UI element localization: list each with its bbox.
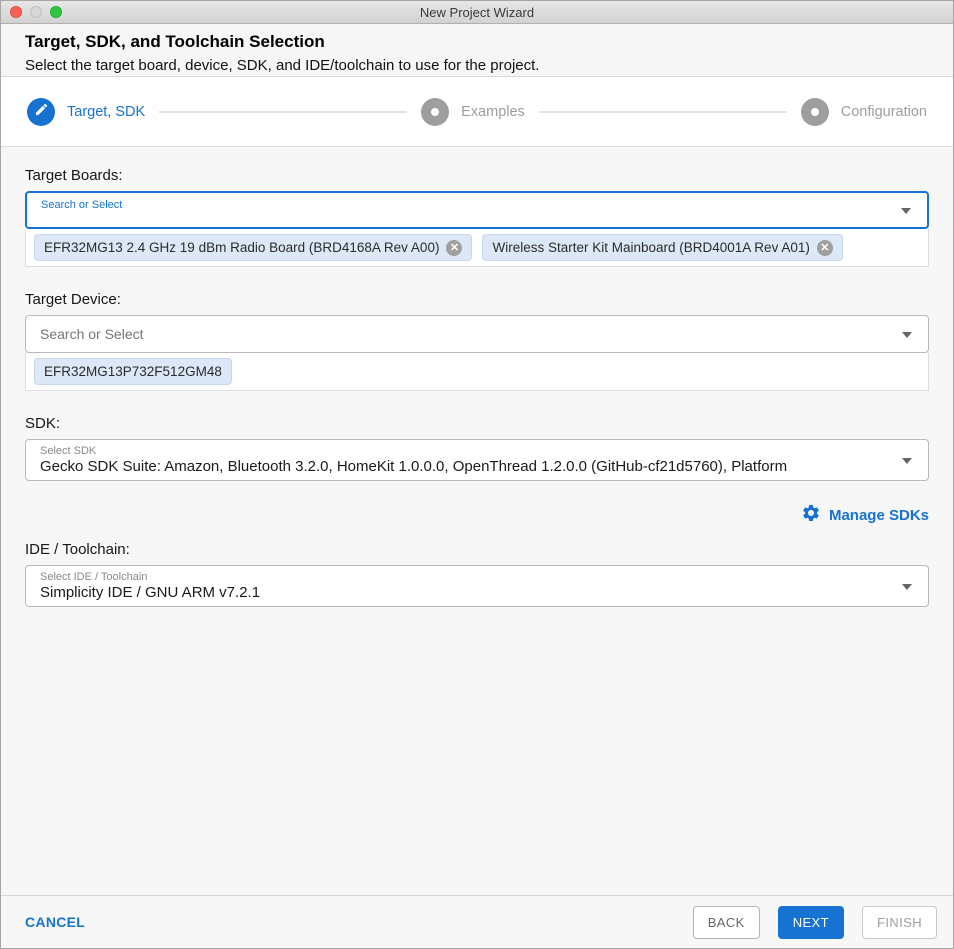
dot-icon bbox=[810, 107, 819, 116]
stepper-connector bbox=[538, 110, 787, 113]
sdk-select-value: Gecko SDK Suite: Amazon, Bluetooth 3.2.0… bbox=[40, 458, 788, 475]
step-target-sdk-label: Target, SDK bbox=[67, 103, 146, 120]
target-boards-section: Target Boards: Search or Select EFR32MG1… bbox=[25, 167, 929, 267]
dot-icon bbox=[431, 107, 440, 116]
next-button[interactable]: NEXT bbox=[777, 905, 844, 939]
gear-icon bbox=[801, 503, 821, 527]
wizard-stepper: Target, SDK Examples Configuration bbox=[1, 77, 953, 147]
toolchain-label: IDE / Toolchain: bbox=[25, 541, 130, 558]
dropdown-arrow-icon bbox=[902, 332, 912, 338]
toolchain-select-label: Select IDE / Toolchain bbox=[40, 571, 148, 583]
step-configuration[interactable]: Configuration bbox=[800, 97, 927, 126]
sdk-section: SDK: Select SDK Gecko SDK Suite: Amazon,… bbox=[25, 415, 929, 527]
target-boards-placeholder: Search or Select bbox=[41, 199, 123, 211]
target-boards-chip-row: EFR32MG13 2.4 GHz 19 dBm Radio Board (BR… bbox=[25, 229, 929, 267]
target-board-chip: Wireless Starter Kit Mainboard (BRD4001A… bbox=[482, 234, 843, 261]
dropdown-arrow-icon bbox=[902, 458, 912, 464]
target-device-chip-row: EFR32MG13P732F512GM48 bbox=[25, 353, 929, 391]
dropdown-arrow-icon bbox=[902, 584, 912, 590]
chip-label: EFR32MG13P732F512GM48 bbox=[44, 364, 222, 379]
page-title: Target, SDK, and Toolchain Selection bbox=[25, 32, 325, 51]
sdk-select-label: Select SDK bbox=[40, 445, 97, 457]
step-configuration-label: Configuration bbox=[840, 103, 927, 120]
window-title: New Project Wizard bbox=[419, 4, 535, 20]
step-configuration-circle bbox=[800, 97, 829, 126]
pencil-icon bbox=[34, 102, 49, 122]
finish-button[interactable]: FINISH bbox=[861, 905, 937, 939]
toolchain-section: IDE / Toolchain: Select IDE / Toolchain … bbox=[25, 541, 929, 607]
new-project-wizard-window: New Project Wizard Target, SDK, and Tool… bbox=[0, 0, 954, 949]
titlebar: New Project Wizard bbox=[1, 1, 953, 24]
target-device-chip: EFR32MG13P732F512GM48 bbox=[34, 358, 232, 385]
target-device-label: Target Device: bbox=[25, 291, 121, 308]
dropdown-arrow-icon bbox=[901, 208, 911, 214]
step-examples-label: Examples bbox=[461, 103, 525, 120]
stepper-connector bbox=[159, 110, 408, 113]
chip-label: Wireless Starter Kit Mainboard (BRD4001A… bbox=[492, 240, 810, 255]
manage-sdks-label: Manage SDKs bbox=[828, 506, 929, 524]
chip-label: EFR32MG13 2.4 GHz 19 dBm Radio Board (BR… bbox=[44, 240, 440, 255]
manage-sdks-row: Manage SDKs bbox=[25, 503, 929, 527]
sdk-label: SDK: bbox=[25, 415, 61, 432]
wizard-header: Target, SDK, and Toolchain Selection Sel… bbox=[1, 24, 953, 77]
close-icon[interactable]: ✕ bbox=[446, 239, 463, 256]
target-device-placeholder: Search or Select bbox=[40, 326, 144, 342]
page-subtitle: Select the target board, device, SDK, an… bbox=[25, 57, 540, 74]
wizard-footer: CANCEL BACK NEXT FINISH bbox=[1, 895, 953, 948]
step-target-sdk[interactable]: Target, SDK bbox=[27, 97, 146, 126]
back-button[interactable]: BACK bbox=[692, 905, 760, 939]
target-device-section: Target Device: Search or Select EFR32MG1… bbox=[25, 291, 929, 391]
target-boards-label: Target Boards: bbox=[25, 167, 123, 184]
wizard-content: Target Boards: Search or Select EFR32MG1… bbox=[1, 147, 953, 895]
target-boards-combobox[interactable]: Search or Select bbox=[25, 191, 929, 229]
step-examples-circle bbox=[421, 97, 450, 126]
sdk-select[interactable]: Select SDK Gecko SDK Suite: Amazon, Blue… bbox=[25, 439, 929, 481]
step-target-sdk-circle bbox=[27, 97, 55, 126]
manage-sdks-button[interactable]: Manage SDKs bbox=[801, 503, 929, 527]
close-icon[interactable]: ✕ bbox=[816, 239, 833, 256]
step-examples[interactable]: Examples bbox=[421, 97, 525, 126]
cancel-button[interactable]: CANCEL bbox=[25, 914, 85, 930]
target-board-chip: EFR32MG13 2.4 GHz 19 dBm Radio Board (BR… bbox=[34, 234, 473, 261]
toolchain-select[interactable]: Select IDE / Toolchain Simplicity IDE / … bbox=[25, 565, 929, 607]
toolchain-select-value: Simplicity IDE / GNU ARM v7.2.1 bbox=[40, 584, 261, 601]
target-device-combobox[interactable]: Search or Select bbox=[25, 315, 929, 353]
